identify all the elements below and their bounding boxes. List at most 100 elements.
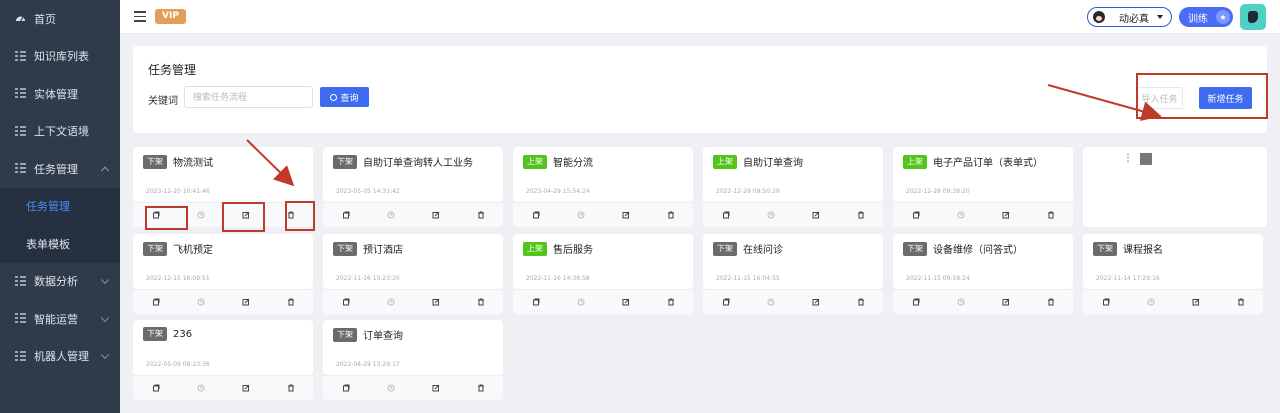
list-icon (14, 275, 26, 287)
copy-icon[interactable] (721, 297, 731, 307)
trash-icon[interactable] (476, 297, 486, 307)
app-logo[interactable] (1240, 4, 1266, 30)
menu-toggle-icon[interactable] (134, 11, 146, 22)
sidebar-subitem-task-management[interactable]: 任务管理 (0, 188, 120, 226)
edit-icon[interactable] (621, 297, 631, 307)
card-actions (703, 289, 883, 314)
trash-icon[interactable] (856, 297, 866, 307)
task-card[interactable]: 下架 飞机预定 2022-12-15 16:09:51 (133, 234, 313, 314)
trash-icon[interactable] (476, 210, 486, 220)
task-name: 设备维修（问答式） (933, 245, 1023, 256)
task-card[interactable]: 下架 物流测试 2023-12-20 10:41:46 (133, 147, 313, 227)
trash-icon[interactable] (286, 297, 296, 307)
edit-icon[interactable] (811, 210, 821, 220)
task-name: 自助订单查询转人工业务 (363, 158, 473, 169)
copy-icon[interactable] (341, 210, 351, 220)
clock-icon[interactable] (956, 210, 966, 220)
edit-icon[interactable] (1001, 210, 1011, 220)
edit-icon[interactable] (1191, 297, 1201, 307)
copy-icon[interactable] (911, 210, 921, 220)
copy-icon[interactable] (911, 297, 921, 307)
status-badge: 下架 (143, 241, 167, 256)
clock-icon[interactable] (576, 297, 586, 307)
copy-icon[interactable] (341, 383, 351, 393)
copy-icon[interactable] (531, 210, 541, 220)
sidebar-item-label: 上下文语境 (34, 125, 89, 139)
sidebar-item-knowledge-base[interactable]: 知识库列表 (0, 38, 120, 76)
task-card[interactable]: 下架 236 2022-05-09 08:23:36 (133, 320, 313, 400)
clock-icon[interactable] (766, 297, 776, 307)
edit-icon[interactable] (241, 297, 251, 307)
trash-icon[interactable] (1046, 210, 1056, 220)
sidebar-item-task[interactable]: 任务管理 (0, 150, 120, 188)
trash-icon[interactable] (1236, 297, 1246, 307)
card-actions (323, 289, 503, 314)
edit-icon[interactable] (241, 383, 251, 393)
edit-icon[interactable] (1001, 297, 1011, 307)
task-name: 课程报名 (1123, 245, 1163, 256)
trash-icon[interactable] (286, 383, 296, 393)
copy-icon[interactable] (531, 297, 541, 307)
trash-icon[interactable] (856, 210, 866, 220)
user-dropdown[interactable]: 动必真 (1087, 7, 1172, 27)
chevron-up-icon (100, 166, 110, 175)
copy-icon[interactable] (151, 297, 161, 307)
copy-icon[interactable] (151, 383, 161, 393)
sidebar-item-analytics[interactable]: 数据分析 (0, 263, 120, 301)
task-card[interactable]: 下架 订单查询 2022-04-29 13:29:17 (323, 320, 503, 400)
edit-icon[interactable] (811, 297, 821, 307)
trash-icon[interactable] (1046, 297, 1056, 307)
sidebar-item-operations[interactable]: 智能运营 (0, 300, 120, 338)
edit-icon[interactable] (431, 210, 441, 220)
sidebar-item-label: 智能运营 (34, 312, 78, 326)
card-header: 下架 订单查询 (333, 327, 403, 342)
timestamp: 2022-11-16 15:23:20 (336, 275, 400, 282)
annotation-box (222, 202, 265, 232)
task-card[interactable]: 下架 预订酒店 2022-11-16 15:23:20 (323, 234, 503, 314)
query-button[interactable]: 查询 (320, 87, 369, 107)
clock-icon[interactable] (386, 383, 396, 393)
task-card[interactable]: 上架 自助订单查询 2022-12-29 09:50:29 (703, 147, 883, 227)
clock-icon[interactable] (196, 210, 206, 220)
trash-icon[interactable] (476, 383, 486, 393)
search-input[interactable] (184, 86, 313, 108)
edit-icon[interactable] (431, 297, 441, 307)
copy-icon[interactable] (1101, 297, 1111, 307)
sidebar-item-label: 机器人管理 (34, 350, 89, 364)
clock-icon[interactable] (956, 297, 966, 307)
task-card[interactable]: 上架 智能分流 2023-04-29 15:54:24 (513, 147, 693, 227)
copy-icon[interactable] (721, 210, 731, 220)
more-icon[interactable]: ⋮ (1123, 153, 1133, 164)
trash-icon[interactable] (666, 297, 676, 307)
timestamp: 2022-12-29 09:50:29 (716, 188, 780, 195)
clock-icon[interactable] (196, 297, 206, 307)
clock-icon[interactable] (576, 210, 586, 220)
card-header: 下架 设备维修（问答式） (903, 241, 1023, 256)
sidebar: 首页 知识库列表 实体管理 上下文语境 任务管理 任务管理 表单模板 数据分析 … (0, 0, 120, 413)
train-button[interactable]: 训练 ★ (1179, 7, 1233, 27)
edit-icon[interactable] (621, 210, 631, 220)
clock-icon[interactable] (386, 210, 396, 220)
timestamp: 2022-11-16 14:38:58 (526, 275, 590, 282)
sidebar-item-robot[interactable]: 机器人管理 (0, 338, 120, 376)
task-card[interactable]: 上架 售后服务 2022-11-16 14:38:58 (513, 234, 693, 314)
task-card[interactable]: 上架 电子产品订单（表单式） 2022-12-26 09:38:20 (893, 147, 1073, 227)
task-card[interactable]: 下架 自助订单查询转人工业务 2023-05-05 14:31:42 (323, 147, 503, 227)
copy-icon[interactable] (341, 297, 351, 307)
chevron-down-icon (100, 313, 110, 322)
task-card[interactable]: 下架 在线问诊 2022-11-15 16:04:55 (703, 234, 883, 314)
task-card[interactable]: 下架 课程报名 2022-11-14 17:29:16 (1083, 234, 1263, 314)
clock-icon[interactable] (766, 210, 776, 220)
clock-icon[interactable] (386, 297, 396, 307)
edit-icon[interactable] (431, 383, 441, 393)
clock-icon[interactable] (196, 383, 206, 393)
status-badge: 下架 (143, 327, 167, 341)
clock-icon[interactable] (1146, 297, 1156, 307)
task-card[interactable]: 下架 设备维修（问答式） 2022-11-15 09:59:24 (893, 234, 1073, 314)
sidebar-subitem-form-template[interactable]: 表单模板 (0, 225, 120, 263)
sidebar-item-home[interactable]: 首页 (0, 0, 120, 38)
trash-icon[interactable] (666, 210, 676, 220)
card-header: 上架 智能分流 (523, 154, 593, 169)
sidebar-item-entity[interactable]: 实体管理 (0, 75, 120, 113)
sidebar-item-context[interactable]: 上下文语境 (0, 113, 120, 151)
